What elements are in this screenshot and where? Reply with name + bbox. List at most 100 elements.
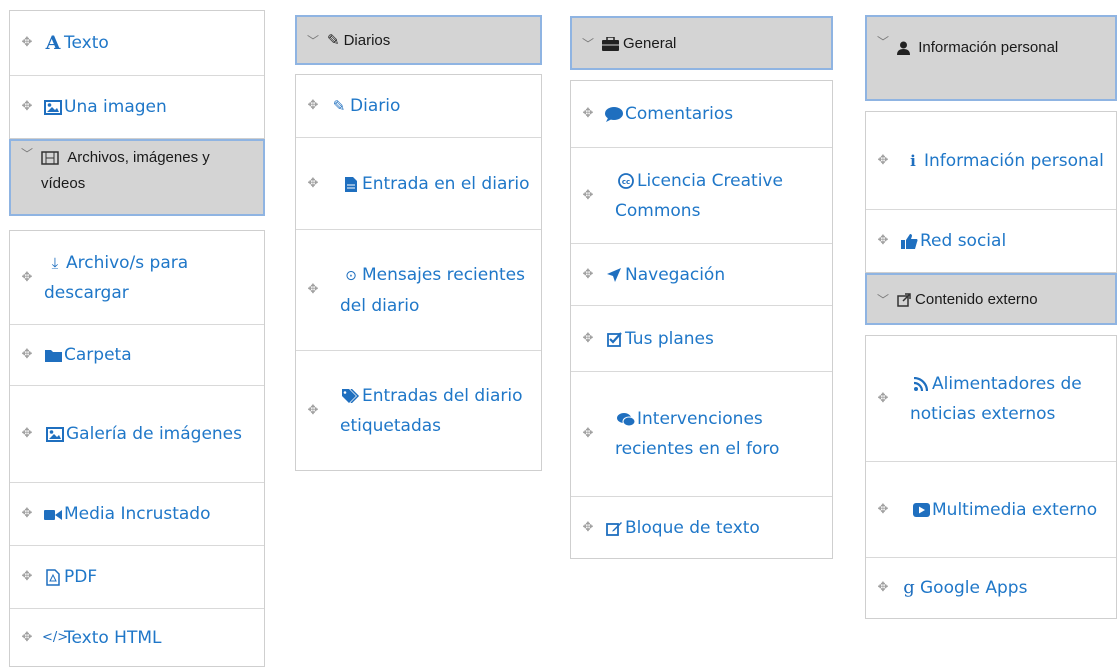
category-header-general[interactable]: ﹀ General (570, 16, 833, 70)
info-icon: i (910, 151, 916, 170)
external-link-icon (897, 291, 911, 308)
block-item-label: Red social (920, 231, 1007, 251)
code-icon: </> (42, 629, 69, 645)
block-item-media-incrustado[interactable]: ✥ Media Incrustado (10, 482, 264, 545)
block-item-una-imagen[interactable]: ✥ Una imagen (10, 75, 264, 138)
drag-handle-icon[interactable]: ✥ (876, 226, 890, 256)
block-item-label: Alimentadores de noticias externos (910, 373, 1082, 424)
drag-handle-icon[interactable]: ✥ (581, 324, 595, 354)
block-list-contenido-externo: ✥ Alimentadores de noticias externos ✥ M… (865, 335, 1117, 619)
rss-icon (910, 369, 932, 399)
block-item-google-apps[interactable]: ✥ g Google Apps (866, 557, 1116, 618)
block-item-texto[interactable]: ✥ A Texto (10, 11, 264, 75)
drag-handle-icon[interactable]: ✥ (581, 181, 595, 211)
block-list-general: ✥ Comentarios ✥ cc Licencia Creative Com… (570, 80, 833, 559)
drag-handle-icon[interactable]: ✥ (581, 260, 595, 290)
image-icon (42, 92, 64, 122)
block-item-entrada-diario[interactable]: ✥ Entrada en el diario (296, 137, 541, 229)
drag-handle-icon[interactable]: ✥ (20, 419, 34, 449)
drag-handle-icon[interactable]: ✥ (20, 562, 34, 592)
block-item-label: Licencia Creative Commons (615, 170, 783, 221)
block-item-galeria[interactable]: ✥ Galería de imágenes (10, 385, 264, 482)
block-item-navegacion[interactable]: ✥ Navegación (571, 243, 832, 305)
block-item-entradas-etiquetadas[interactable]: ✥ Entradas del diario etiquetadas (296, 350, 541, 470)
briefcase-icon (602, 35, 620, 52)
drag-handle-icon[interactable]: ✥ (20, 623, 34, 653)
download-icon: ⤓ (51, 253, 59, 272)
block-item-red-social[interactable]: ✥ Red social (866, 209, 1116, 272)
drag-handle-icon[interactable]: ✥ (306, 169, 320, 199)
block-item-label: Archivo/s para descargar (44, 252, 189, 303)
block-item-texto-html[interactable]: ✥ </> Texto HTML (10, 608, 264, 666)
block-item-mensajes-recientes[interactable]: ✥ ⊙ Mensajes recientes del diario (296, 229, 541, 350)
chevron-down-icon: ﹀ (307, 33, 320, 48)
comment-icon (603, 99, 625, 129)
block-item-label: Galería de imágenes (66, 424, 243, 444)
block-list-archivos: ✥ ⤓ Archivo/s para descargar ✥ Carpeta ✥ … (9, 230, 265, 667)
image-icon (44, 419, 66, 449)
drag-handle-icon[interactable]: ✥ (876, 573, 890, 603)
block-item-intervenciones-foro[interactable]: ✥ Intervenciones recientes en el foro (571, 371, 832, 496)
folder-icon (42, 340, 64, 370)
drag-handle-icon[interactable]: ✥ (20, 499, 34, 529)
column-basic: ✥ A Texto ✥ Una imagen ﹀ Archivos, imáge… (9, 10, 265, 667)
block-item-multimedia-externo[interactable]: ✥ Multimedia externo (866, 461, 1116, 557)
category-header-informacion[interactable]: ﹀ Información personal (865, 15, 1117, 101)
drag-handle-icon[interactable]: ✥ (876, 495, 890, 525)
block-item-label: Información personal (924, 150, 1104, 171)
block-item-label: PDF (64, 567, 98, 587)
chevron-down-icon: ﹀ (877, 292, 890, 307)
category-header-label: Información personal (918, 39, 1059, 56)
category-header-contenido-externo[interactable]: ﹀ Contenido externo (865, 273, 1117, 325)
tags-icon (340, 381, 362, 411)
drag-handle-icon[interactable]: ✥ (20, 92, 34, 122)
drag-handle-icon[interactable]: ✥ (20, 340, 34, 370)
edit-icon (603, 513, 625, 543)
column-general: ﹀ General ✥ Comentarios ✥ cc Licencia Cr… (570, 16, 833, 559)
block-item-comentarios[interactable]: ✥ Comentarios (571, 81, 832, 147)
block-item-pdf[interactable]: ✥ PDF (10, 545, 264, 608)
block-item-informacion-personal[interactable]: ✥ i Información personal (866, 112, 1116, 209)
block-item-diario[interactable]: ✥ ✎ Diario (296, 75, 541, 137)
block-item-carpeta[interactable]: ✥ Carpeta (10, 324, 264, 385)
drag-handle-icon[interactable]: ✥ (581, 513, 595, 543)
comments-icon (615, 404, 637, 434)
drag-handle-icon[interactable]: ✥ (306, 275, 320, 305)
file-text-icon (340, 169, 362, 199)
chevron-down-icon: ﹀ (21, 147, 34, 161)
font-icon: A (45, 32, 61, 54)
drag-handle-icon[interactable]: ✥ (876, 146, 890, 176)
block-item-archivo-descargar[interactable]: ✥ ⤓ Archivo/s para descargar (10, 231, 264, 324)
block-item-label: Comentarios (625, 104, 734, 124)
block-item-licencia-cc[interactable]: ✥ cc Licencia Creative Commons (571, 147, 832, 243)
column-personal: ﹀ Información personal ✥ i Información pe… (865, 15, 1117, 619)
block-item-label: Diario (350, 96, 401, 116)
block-item-label: Navegación (625, 264, 726, 285)
block-item-alimentadores[interactable]: ✥ Alimentadores de noticias externos (866, 336, 1116, 461)
chevron-down-icon: ﹀ (582, 36, 595, 51)
google-icon: g (903, 577, 915, 598)
block-item-bloque-texto[interactable]: ✥ Bloque de texto (571, 496, 832, 558)
drag-handle-icon[interactable]: ✥ (876, 384, 890, 414)
pencil-icon: ✎ (332, 97, 346, 115)
block-item-label: Multimedia externo (932, 499, 1098, 520)
drag-handle-icon[interactable]: ✥ (20, 28, 34, 58)
user-icon (897, 39, 914, 56)
category-header-label: Archivos, imágenes y vídeos (41, 149, 210, 192)
block-item-label: Bloque de texto (625, 517, 760, 538)
category-header-diarios[interactable]: ﹀ ✎ Diarios (295, 15, 542, 65)
category-header-archivos[interactable]: ﹀ Archivos, imágenes y vídeos (9, 139, 265, 216)
block-item-label: Texto HTML (64, 627, 162, 648)
video-camera-icon (42, 499, 64, 529)
drag-handle-icon[interactable]: ✥ (306, 396, 320, 426)
drag-handle-icon[interactable]: ✥ (581, 99, 595, 129)
chevron-down-icon: ﹀ (877, 35, 890, 49)
block-item-label: Google Apps (920, 578, 1028, 598)
block-list-diarios: ✥ ✎ Diario ✥ Entrada en el diario ✥ ⊙ Men… (295, 74, 542, 471)
thumbs-up-icon (898, 226, 920, 256)
block-item-tus-planes[interactable]: ✥ Tus planes (571, 305, 832, 371)
drag-handle-icon[interactable]: ✥ (581, 419, 595, 449)
drag-handle-icon[interactable]: ✥ (20, 263, 34, 293)
drag-handle-icon[interactable]: ✥ (306, 91, 320, 121)
block-item-label: Una imagen (64, 97, 167, 117)
